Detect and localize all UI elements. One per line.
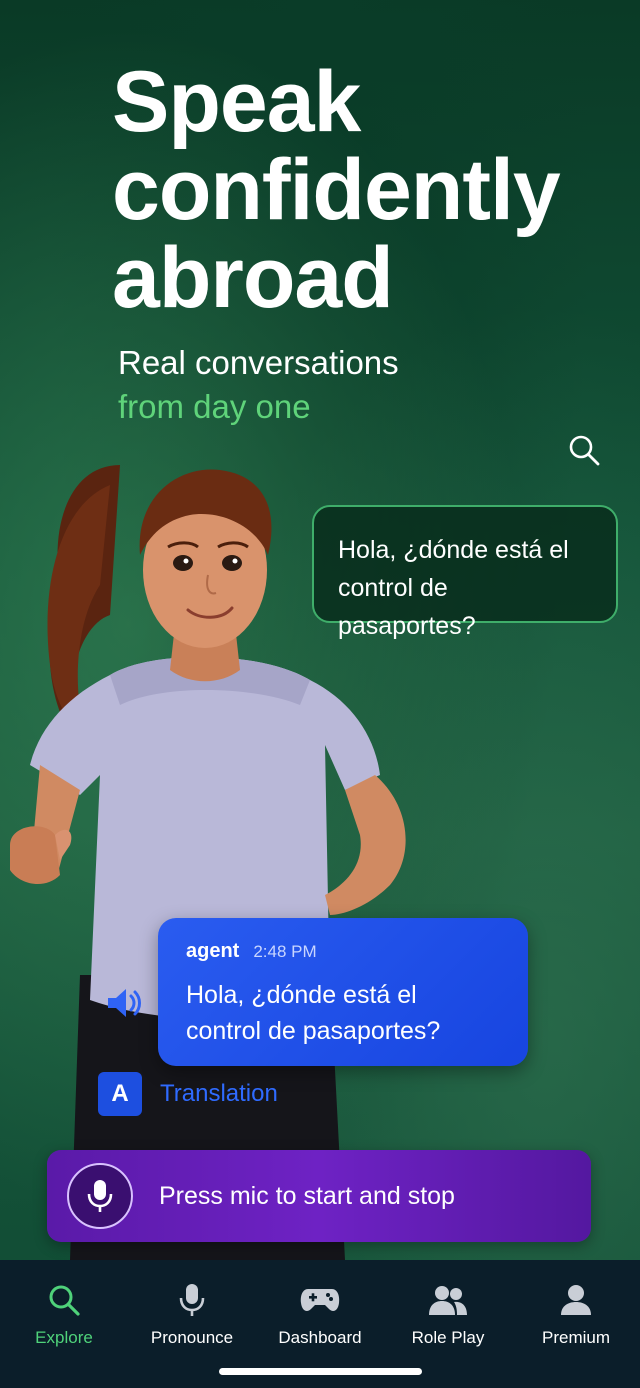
subtitle-line-2: from day one	[118, 388, 311, 425]
gamepad-icon	[300, 1280, 340, 1320]
microphone-icon	[172, 1280, 212, 1320]
tab-explore[interactable]: Explore	[0, 1280, 128, 1388]
home-indicator	[219, 1368, 422, 1375]
message-header: agent 2:48 PM	[186, 940, 500, 963]
tab-pronounce-label: Pronounce	[150, 1328, 234, 1347]
headline: Speak confidently abroad	[112, 54, 561, 326]
mic-bar-label: Press mic to start and stop	[159, 1181, 455, 1210]
speech-bubble: Hola, ¿dónde está el control de pasaport…	[312, 505, 618, 640]
people-icon	[428, 1280, 468, 1320]
tab-dashboard-label: Dashboard	[278, 1328, 362, 1347]
mic-bar[interactable]: Press mic to start and stop	[47, 1150, 591, 1242]
subtitle-line-1: Real conversations	[118, 344, 399, 381]
tab-premium[interactable]: Premium	[512, 1280, 640, 1388]
tab-role-play-label: Role Play	[411, 1328, 485, 1347]
message-time: 2:48 PM	[253, 942, 317, 961]
message-card: agent 2:48 PM Hola, ¿dónde está el contr…	[158, 918, 528, 1066]
translate-icon: A	[98, 1072, 142, 1116]
headline-line-3: abroad	[112, 230, 394, 326]
tab-explore-label: Explore	[35, 1328, 93, 1347]
tab-premium-label: Premium	[541, 1328, 610, 1347]
translation-label: Translation	[160, 1080, 278, 1107]
translation-toggle[interactable]: A Translation	[98, 1072, 278, 1116]
speech-bubble-line-1: Hola, ¿dónde está el	[338, 536, 569, 564]
message-text: Hola, ¿dónde está el control de pasaport…	[186, 977, 500, 1049]
message-text-line-2: control de pasaportes?	[186, 1017, 441, 1045]
person-icon	[556, 1280, 596, 1320]
speech-bubble-line-2: control de pasaportes?	[338, 574, 476, 640]
microphone-icon	[87, 1180, 113, 1212]
message-text-line-1: Hola, ¿dónde está el	[186, 981, 417, 1009]
search-icon	[44, 1280, 84, 1320]
headline-line-2: confidently	[112, 142, 561, 238]
message-author: agent	[186, 940, 240, 962]
headline-line-1: Speak	[112, 54, 361, 150]
speaker-icon[interactable]	[104, 983, 144, 1023]
mic-button[interactable]	[67, 1163, 133, 1229]
search-icon[interactable]	[566, 432, 602, 468]
